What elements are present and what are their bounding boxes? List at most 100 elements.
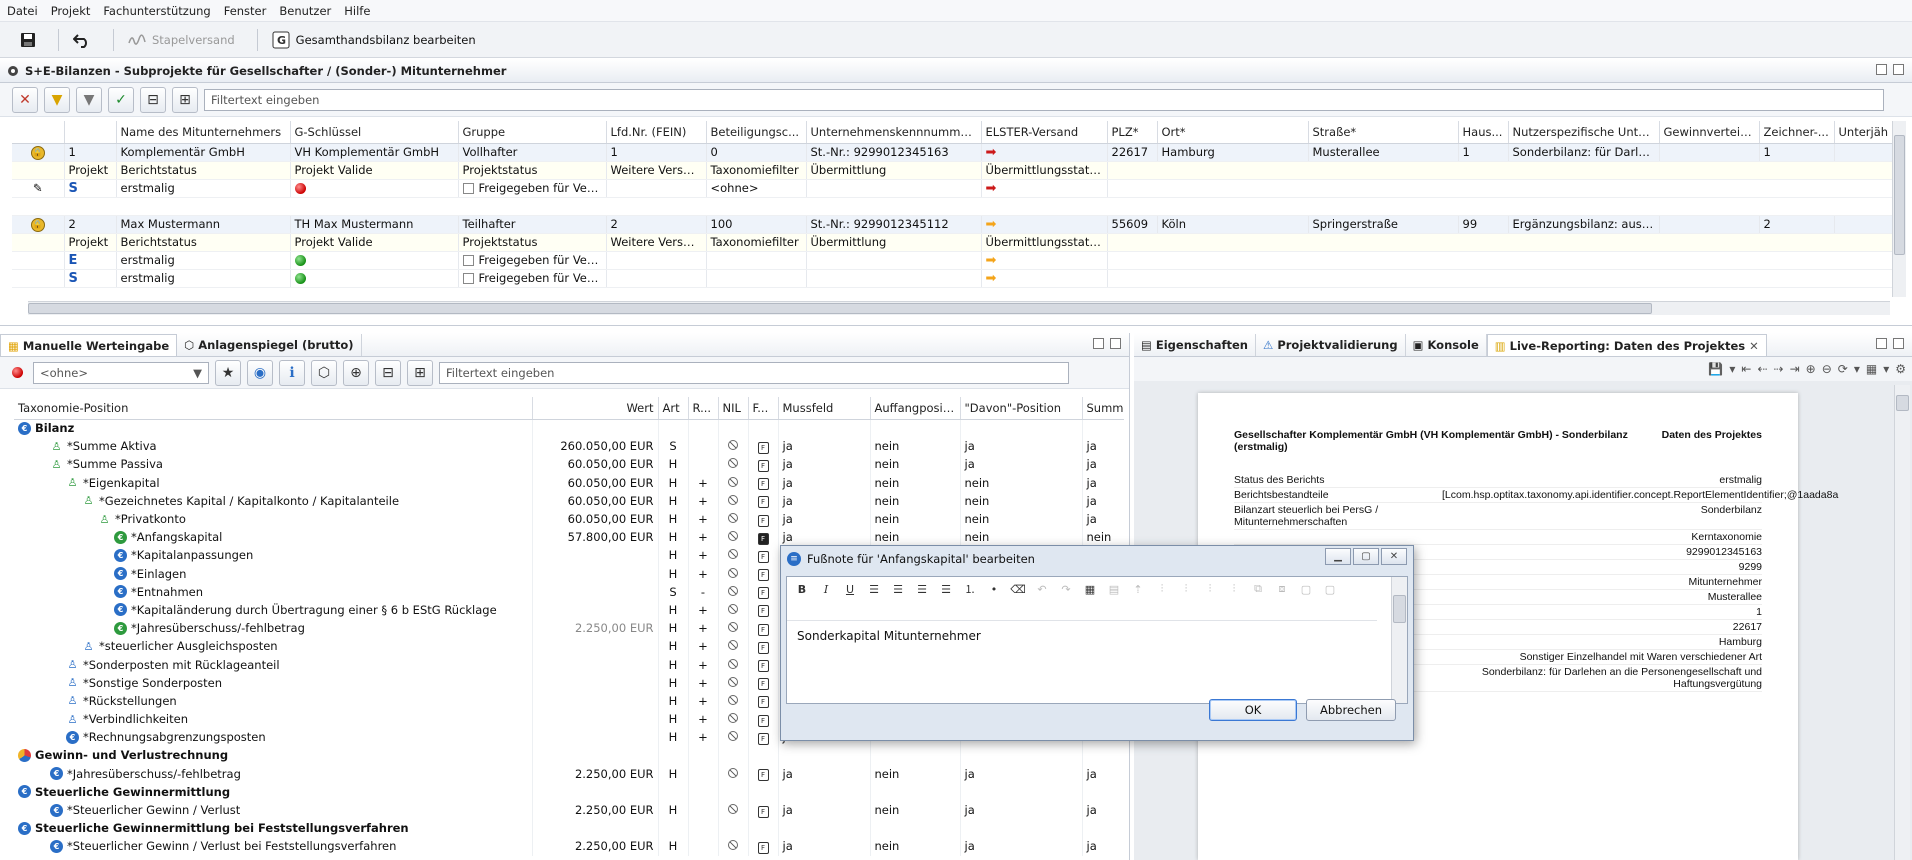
nil-icon[interactable]	[728, 840, 738, 851]
cancel-button[interactable]: Abbrechen	[1306, 699, 1396, 721]
minimize-icon[interactable]: ▁	[1325, 548, 1351, 565]
chevron-down-icon[interactable]: ▾	[1854, 362, 1860, 376]
last-page-icon[interactable]: ⇥	[1790, 362, 1800, 376]
col-mussfeld[interactable]: Mussfeld	[778, 397, 871, 420]
col-r[interactable]: R...	[688, 397, 719, 420]
expand-all-icon[interactable]: ⊞	[407, 359, 433, 386]
col-art[interactable]: Art	[658, 397, 689, 420]
footnote-icon[interactable]: F	[757, 641, 769, 654]
close-icon[interactable]: ✕	[1749, 339, 1759, 353]
tab-projektvalidierung[interactable]: ⚠ Projektvalidierung	[1256, 334, 1406, 356]
filter-apply-icon[interactable]: ✓	[108, 86, 134, 113]
menu-projekt[interactable]: Projekt	[51, 4, 91, 18]
table-row[interactable]: ♙ *Summe Aktiva 260.050,00 EUR S Fja nein ja ja	[14, 437, 1124, 456]
wert-cell[interactable]	[532, 655, 659, 674]
collapse-all-icon[interactable]: ⊟	[375, 359, 401, 386]
footnote-icon[interactable]: F	[757, 714, 769, 727]
table-row[interactable]: € Steuerliche Gewinnermittlung bei Festst…	[14, 819, 1124, 838]
wert-cell[interactable]: 2.250,00 EUR	[532, 800, 659, 820]
wert-cell[interactable]	[532, 582, 659, 601]
col-gkey[interactable]: G-Schlüssel	[290, 121, 459, 144]
col-summen[interactable]: Summenp	[1082, 397, 1124, 420]
col-taxonomie-position[interactable]: Taxonomie-Position	[14, 397, 533, 420]
col-elster[interactable]: ELSTER-Versand	[981, 121, 1108, 144]
nil-icon[interactable]	[728, 585, 738, 596]
wert-cell[interactable]	[532, 746, 659, 765]
next-page-icon[interactable]: ⇢	[1774, 362, 1784, 376]
nil-icon[interactable]	[728, 458, 738, 469]
delete-row-icon[interactable]: ⫶	[1225, 581, 1243, 597]
first-page-icon[interactable]: ⇤	[1741, 362, 1751, 376]
zoom-in-icon[interactable]: ⊕	[1806, 362, 1816, 376]
nil-icon[interactable]	[728, 476, 738, 487]
wert-cell[interactable]	[532, 782, 659, 801]
col-unterj[interactable]: Unterjäh	[1834, 121, 1892, 144]
undo-button[interactable]	[67, 26, 97, 54]
redo-icon[interactable]: ↷	[1057, 581, 1075, 597]
nil-icon[interactable]	[728, 640, 738, 651]
col-gruppe[interactable]: Gruppe	[458, 121, 607, 144]
maximize-icon[interactable]	[1893, 338, 1904, 349]
wert-cell[interactable]: 60.050,00 EUR	[532, 455, 659, 474]
menu-hilfe[interactable]: Hilfe	[344, 4, 370, 18]
footnote-icon[interactable]: F	[757, 550, 769, 563]
nil-icon[interactable]	[728, 694, 738, 705]
table-row[interactable]: ♙ *Privatkonto 60.050,00 EUR H + Fja nein nein j…	[14, 509, 1124, 529]
split-cells-icon[interactable]: ⧈	[1273, 581, 1291, 597]
nil-icon[interactable]	[728, 603, 738, 614]
nil-icon[interactable]	[728, 549, 738, 560]
table-row[interactable]: € Bilanz	[14, 419, 1124, 438]
footnote-icon[interactable]: F	[757, 678, 769, 691]
align-left-icon[interactable]: ☰	[865, 581, 883, 597]
wert-cell[interactable]	[532, 819, 659, 838]
col-strasse[interactable]: Straße*	[1308, 121, 1459, 144]
freigabe-checkbox[interactable]	[462, 273, 474, 284]
table-row[interactable]: ♙ *Eigenkapital 60.050,00 EUR H + Fja nein nein…	[14, 473, 1124, 492]
maximize-icon[interactable]	[1893, 64, 1904, 75]
footnote-icon[interactable]: F	[757, 532, 769, 545]
tab-eigenschaften[interactable]: ▤ Eigenschaften	[1134, 334, 1256, 356]
numbered-list-icon[interactable]: ⒈	[961, 581, 979, 597]
refresh-icon[interactable]: ⟳	[1838, 362, 1848, 376]
maximize-icon[interactable]	[1110, 338, 1121, 349]
tab-live-reporting[interactable]: ▥ Live-Reporting: Daten des Projektes ✕	[1486, 334, 1767, 356]
align-right-icon[interactable]: ☰	[913, 581, 931, 597]
wert-cell[interactable]	[532, 419, 659, 438]
bullet-list-icon[interactable]: •	[985, 581, 1003, 597]
nil-icon[interactable]	[728, 440, 738, 451]
freigabe-checkbox[interactable]	[462, 255, 474, 266]
star-icon[interactable]: ★	[215, 359, 241, 386]
col-davon[interactable]: "Davon"-Position	[960, 397, 1083, 420]
taxonomie-dropdown[interactable]: <ohne> ▼	[33, 361, 209, 384]
filter-edit-icon[interactable]: ▼	[44, 86, 70, 113]
wert-cell[interactable]: 60.050,00 EUR	[532, 491, 659, 510]
footnote-icon[interactable]: F	[757, 514, 769, 527]
footnote-icon[interactable]: F	[757, 569, 769, 582]
footnote-icon[interactable]: F	[757, 841, 769, 854]
table-delete-icon[interactable]: ▢	[1321, 581, 1339, 597]
undo-icon[interactable]: ↶	[1033, 581, 1051, 597]
table-row[interactable]: 🔒 2 Max Mustermann TH Max Mustermann Tei…	[12, 215, 1892, 234]
wert-cell[interactable]	[532, 564, 659, 583]
reporting-vscrollbar[interactable]	[1894, 385, 1910, 860]
nil-icon[interactable]	[728, 804, 738, 815]
nil-icon[interactable]	[728, 494, 738, 505]
delete-col-icon[interactable]: ⫶	[1201, 581, 1219, 597]
editor-vscrollbar[interactable]	[1391, 577, 1407, 703]
table-row[interactable]: ♙ *Summe Passiva 60.050,00 EUR H Fja nein ja ja	[14, 455, 1124, 474]
footnote-icon[interactable]: F	[757, 605, 769, 618]
footnote-icon[interactable]: F	[757, 441, 769, 454]
nil-icon[interactable]	[728, 713, 738, 724]
expand-all-icon[interactable]: ⊞	[172, 86, 198, 113]
wert-cell[interactable]	[532, 691, 659, 710]
tab-anlagenspiegel[interactable]: ⬡ Anlagenspiegel (brutto)	[177, 334, 362, 356]
bold-icon[interactable]: B	[793, 581, 811, 597]
ok-button[interactable]: OK	[1209, 699, 1297, 721]
werteingabe-filter-input[interactable]: Filtertext eingeben	[439, 361, 1069, 384]
insert-col-icon[interactable]: ⫶	[1153, 581, 1171, 597]
export-icon[interactable]: ▦	[1866, 362, 1877, 376]
table-row[interactable]: E erstmalig Freigegeben für Versa... ➡	[12, 251, 1892, 270]
col-nutzer[interactable]: Nutzerspezifische Unter...	[1508, 121, 1660, 144]
tab-manuelle-werteingabe[interactable]: ▦ Manuelle Werteingabe	[0, 334, 178, 356]
col-f[interactable]: F...	[748, 397, 779, 420]
